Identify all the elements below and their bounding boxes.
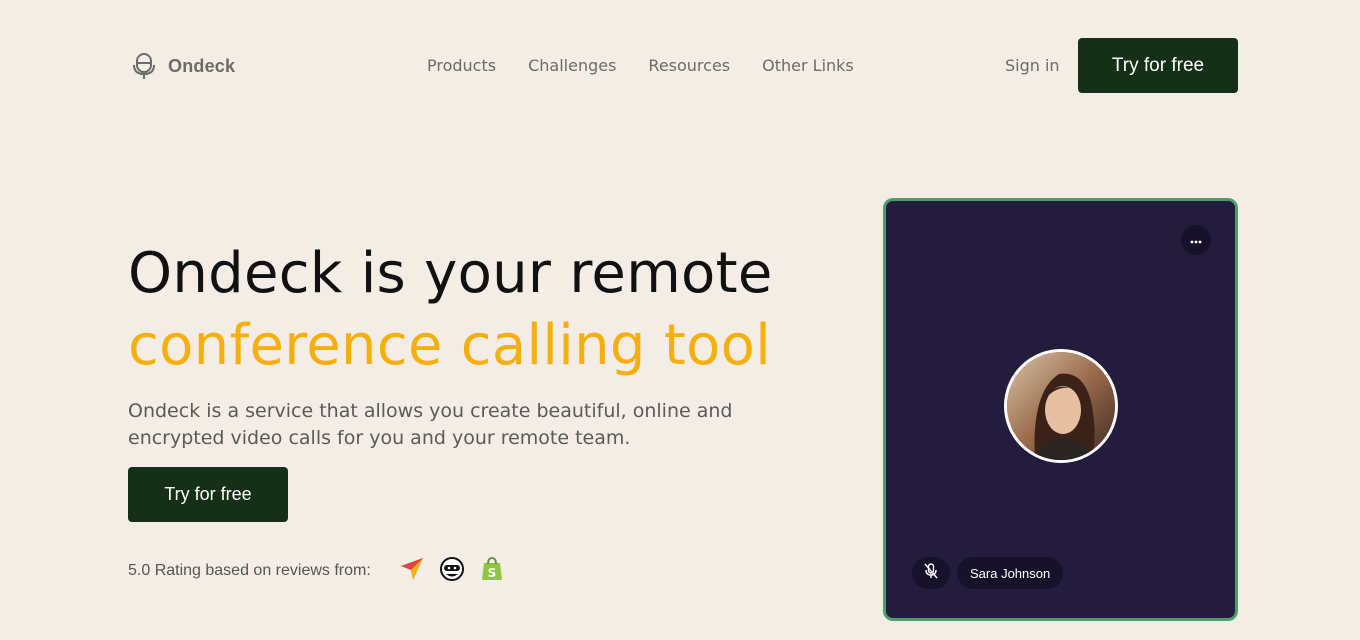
ninja-logo-icon bbox=[439, 556, 465, 586]
hero-description: Ondeck is a service that allows you crea… bbox=[128, 400, 733, 449]
svg-text:S: S bbox=[487, 566, 496, 580]
more-options-button[interactable] bbox=[1181, 225, 1211, 255]
nav-item-resources[interactable]: Resources bbox=[648, 56, 730, 75]
try-for-free-header-button[interactable]: Try for free bbox=[1078, 38, 1238, 93]
mute-toggle-button[interactable] bbox=[912, 557, 950, 589]
rating-text: 5.0 Rating based on reviews from: bbox=[128, 562, 371, 579]
brand-name: Ondeck bbox=[168, 55, 236, 76]
rating-row: 5.0 Rating based on reviews from: S bbox=[128, 556, 505, 586]
mic-muted-icon bbox=[924, 563, 938, 583]
hero-title-line1: Ondeck is your remote bbox=[128, 241, 773, 306]
video-call-card: Sara Johnson bbox=[883, 198, 1238, 621]
hero-title: Ondeck is your remote conference calling… bbox=[128, 238, 773, 382]
nav-item-challenges[interactable]: Challenges bbox=[528, 56, 616, 75]
review-logos: S bbox=[399, 556, 505, 586]
participant-name-tag: Sara Johnson bbox=[957, 557, 1064, 589]
paper-plane-logo-icon bbox=[399, 556, 425, 586]
brand-logo[interactable]: Ondeck bbox=[132, 52, 235, 80]
shopify-bag-logo-icon: S bbox=[479, 556, 505, 586]
main-nav: Products Challenges Resources Other Link… bbox=[427, 56, 854, 75]
microphone-logo-icon bbox=[132, 52, 156, 80]
nav-item-products[interactable]: Products bbox=[427, 56, 496, 75]
try-for-free-hero-button[interactable]: Try for free bbox=[128, 467, 288, 522]
participant-avatar bbox=[1004, 349, 1118, 463]
hero-title-line2: conference calling tool bbox=[128, 313, 772, 378]
nav-item-other-links[interactable]: Other Links bbox=[762, 56, 854, 75]
sign-in-link[interactable]: Sign in bbox=[1005, 56, 1060, 75]
ellipsis-icon bbox=[1190, 233, 1202, 247]
